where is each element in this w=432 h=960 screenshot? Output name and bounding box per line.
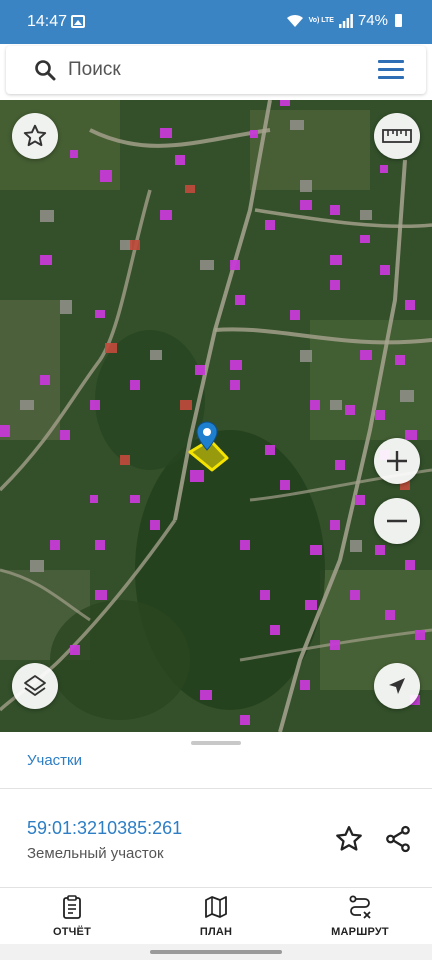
- my-location-button[interactable]: [374, 663, 420, 709]
- status-time: 14:47: [27, 13, 68, 30]
- satellite-map[interactable]: [0, 100, 432, 732]
- plus-icon: [387, 451, 407, 471]
- divider: [0, 788, 432, 789]
- star-icon: [23, 124, 47, 147]
- clipboard-report-icon: [63, 895, 81, 919]
- share-icon[interactable]: [383, 824, 413, 854]
- zoom-out-button[interactable]: [374, 498, 420, 544]
- wifi-icon: [286, 14, 303, 27]
- nav-plan[interactable]: ПЛАН: [166, 894, 266, 942]
- favorite-star-icon[interactable]: [334, 824, 364, 854]
- battery-percent: 74%: [357, 12, 388, 29]
- bottom-nav: ОТЧЁТ ПЛАН МАРШРУТ: [0, 888, 432, 944]
- nav-plan-label: ПЛАН: [199, 926, 233, 938]
- menu-icon[interactable]: [378, 60, 404, 80]
- map-icon: [205, 896, 227, 918]
- battery-icon: [395, 14, 402, 27]
- search-input[interactable]: [68, 56, 358, 84]
- search-bar: [6, 46, 426, 94]
- system-gesture-bar: [0, 944, 432, 960]
- tab-parcels[interactable]: Участки: [27, 752, 82, 769]
- minus-icon: [387, 519, 407, 523]
- status-bar: 14:47 Vo) LTE 74%: [0, 0, 432, 44]
- zoom-in-button[interactable]: [374, 438, 420, 484]
- volte-indicator: Vo) LTE: [308, 16, 334, 24]
- nav-route[interactable]: МАРШРУТ: [310, 894, 410, 942]
- navigation-arrow-icon: [389, 678, 405, 694]
- route-icon: [349, 895, 371, 919]
- sheet-drag-handle[interactable]: [191, 741, 241, 745]
- parcel-type: Земельный участок: [27, 845, 164, 862]
- cadastral-number[interactable]: 59:01:3210385:261: [27, 818, 182, 839]
- ruler-icon: [382, 129, 412, 143]
- location-pin-icon[interactable]: [196, 421, 218, 451]
- nav-report-label: ОТЧЁТ: [52, 926, 92, 938]
- home-gesture-handle[interactable]: [150, 950, 282, 954]
- search-icon[interactable]: [34, 59, 56, 81]
- map-imagery: [0, 100, 432, 732]
- gallery-notification-icon: [71, 15, 85, 28]
- nav-report[interactable]: ОТЧЁТ: [22, 894, 122, 942]
- ruler-button[interactable]: [374, 113, 420, 159]
- status-indicators: Vo) LTE 74%: [286, 12, 402, 29]
- layers-icon: [24, 675, 46, 696]
- layers-button[interactable]: [12, 663, 58, 709]
- favorite-map-button[interactable]: [12, 113, 58, 159]
- signal-icon: [338, 13, 353, 28]
- nav-route-label: МАРШРУТ: [331, 926, 389, 938]
